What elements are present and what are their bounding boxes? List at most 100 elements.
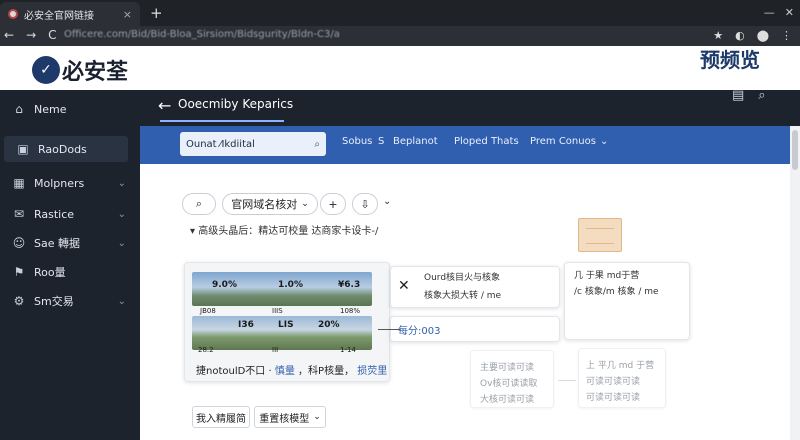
back-arrow-icon[interactable]: ← [158, 96, 171, 115]
browser-tab[interactable]: 必安全官网链接 × [0, 2, 140, 26]
reset-dropdown-label: 重置核模型 [259, 413, 310, 425]
settings-icon: ⚙ [13, 294, 25, 308]
grid-icon: ▦ [13, 176, 25, 190]
reload-icon[interactable]: C [48, 28, 56, 42]
scrollbar-track[interactable] [790, 126, 800, 440]
mail-icon: ✉ [13, 207, 25, 221]
sidebar-item-label: Molpners [34, 176, 85, 190]
chevron-down-icon: ⌄ [117, 177, 126, 189]
domain-check-dropdown[interactable]: 官网域名核对 ⌄ [222, 193, 318, 215]
more-chevron-icon[interactable]: ⌄ [383, 196, 391, 207]
extension-icon[interactable]: ◐ [735, 29, 745, 42]
browser-nav: ← → C [4, 28, 57, 42]
close-icon[interactable]: ✕ [398, 278, 410, 294]
chevron-down-icon: ⌄ [313, 412, 321, 422]
thumb1-label-c: ¥6.3 [338, 280, 361, 290]
sidebar-item-label: Neme [34, 102, 67, 116]
chevron-down-icon[interactable]: ⌄ [600, 136, 608, 147]
window-close-icon[interactable]: ✕ [785, 6, 794, 19]
bookmark-star-icon[interactable]: ★ [713, 29, 723, 42]
sidebar-item-users[interactable]: ☺ Sae 轉据 ⌄ [0, 230, 140, 256]
sidebar-item-label: RaoDods [38, 142, 87, 156]
sidebar-item-trading[interactable]: ⚙ Sm交易 ⌄ [0, 288, 140, 314]
caption-link-1[interactable]: 慎量 [275, 366, 295, 377]
filter-deployment[interactable]: Beplanot [393, 136, 438, 147]
logo-icon: ✓ [32, 56, 60, 84]
forward-nav-icon[interactable]: → [26, 28, 36, 42]
caption-text-1: 捷notoulD不口 · [196, 366, 272, 377]
faint-card-1-line3: 大核可读可读 [480, 395, 535, 405]
faint-card-1-line2: Ov核可读读取 [480, 379, 538, 389]
sidebar-item-reports[interactable]: ⚑ Roo量 [0, 259, 140, 285]
connector-line [558, 380, 576, 381]
thumb2-small-a: 28.2 [198, 346, 214, 354]
search-input-value: Ounat ⁄Ikdiital [186, 138, 255, 150]
folder-lines [586, 228, 614, 244]
logo-text[interactable]: 必安荃 [62, 54, 128, 86]
chevron-down-icon: ⌄ [117, 295, 126, 307]
document-icon: ▣ [17, 142, 29, 156]
tab-close-icon[interactable]: × [123, 8, 132, 21]
thumb1-small-b: IIIS [272, 307, 283, 315]
sidebar-item-label: Roo量 [34, 266, 66, 279]
thumb1-small-c: 108% [340, 307, 361, 315]
faint-card-1-line1: 主要可读可读 [480, 363, 535, 373]
thumb2-small-b: III [272, 346, 279, 354]
submit-button[interactable]: 我入精履简 [192, 406, 250, 428]
faint-card-2-line2: 可读可读可读 [586, 377, 641, 387]
detail-card-line1: 几 于果 md于营 [574, 271, 640, 281]
chevron-down-icon: ⌄ [301, 199, 309, 209]
thumb1-label-a: 9.0% [212, 280, 237, 290]
toolbar-search-button[interactable]: ⌕ [182, 193, 216, 215]
home-icon: ⌂ [15, 102, 23, 116]
filter-status[interactable]: Sobus [342, 136, 372, 147]
counter-text: 每分:003 [398, 326, 441, 337]
page-title: Ooecmiby Keparics [178, 97, 294, 111]
upload-icon: ⇩ [360, 197, 370, 211]
domain-check-label: 官网域名核对 [231, 198, 298, 211]
back-nav-icon[interactable]: ← [4, 28, 14, 42]
title-underline [160, 120, 284, 122]
sidebar-item-members[interactable]: ▦ Molpners ⌄ [0, 170, 140, 196]
flag-icon: ⚑ [13, 265, 25, 279]
scrollbar-thumb[interactable] [792, 130, 798, 170]
window-minimize-icon[interactable]: — [764, 6, 775, 19]
search-icon[interactable]: ⌕ [758, 88, 765, 103]
header-preview-text[interactable]: 预频览 [700, 44, 760, 73]
thumb2-label-a: I36 [238, 320, 254, 330]
sidebar-item-label: Sm交易 [34, 295, 74, 308]
connector-line [378, 329, 400, 330]
detail-card-line2: /c 核象/m 核象 / me [574, 287, 659, 297]
thumb1-small-a: JB08 [200, 307, 216, 315]
sidebar-item-label: Sae 轉据 [34, 237, 80, 250]
image-caption: 捷notoulD不口 · 慎量 ，科P核量， 损荧里 [196, 362, 387, 377]
chevron-down-icon: ⌄ [117, 237, 126, 249]
search-icon: ⌕ [195, 197, 203, 210]
topbar-actions: ▤ ⌕ [732, 88, 766, 103]
sidebar-item-home[interactable]: ⌂ Neme [0, 96, 140, 122]
filter-prem-conuos[interactable]: Prem Conuos [530, 136, 596, 147]
filter-plotted-thats[interactable]: Ploped Thats [454, 136, 519, 147]
thumb2-small-c: 1-14 [340, 346, 356, 354]
sidebar-item-label: Rastice [34, 207, 75, 221]
filter-s[interactable]: S [378, 136, 384, 147]
reset-dropdown[interactable]: 重置核模型 ⌄ [254, 406, 326, 428]
sidebar-item-practice[interactable]: ✉ Rastice ⌄ [0, 201, 140, 227]
sidebar-item-products[interactable]: ▣ RaoDods [4, 136, 128, 162]
caption-text-2: ，科P核量， [298, 366, 355, 377]
thumb1-label-b: 1.0% [278, 280, 303, 290]
browser-menu-icon[interactable]: ⋮ [781, 29, 792, 42]
search-input[interactable]: Ounat ⁄Ikdiital ⌕ [180, 132, 326, 156]
upload-button[interactable]: ⇩ [352, 193, 378, 215]
thumb2-label-b: LIS [278, 320, 294, 330]
caption-link-2[interactable]: 损荧里 [357, 366, 387, 377]
add-button[interactable]: + [320, 193, 346, 215]
notification-icon[interactable]: ▤ [732, 88, 744, 103]
chevron-down-icon: ⌄ [117, 208, 126, 220]
profile-icon[interactable]: ⬤ [757, 29, 769, 42]
tab-title: 必安全官网链接 [24, 10, 94, 22]
thumb2-label-c: 20% [318, 320, 340, 330]
url-field[interactable]: Officere.com/Bid/Bid-Bloa_Sirsiom/Bidsgu… [64, 29, 684, 43]
hint-text: ▾ 高级头晶后：精达可校量 达商家卡设卡-/ [190, 226, 379, 237]
new-tab-button[interactable]: + [150, 4, 163, 22]
